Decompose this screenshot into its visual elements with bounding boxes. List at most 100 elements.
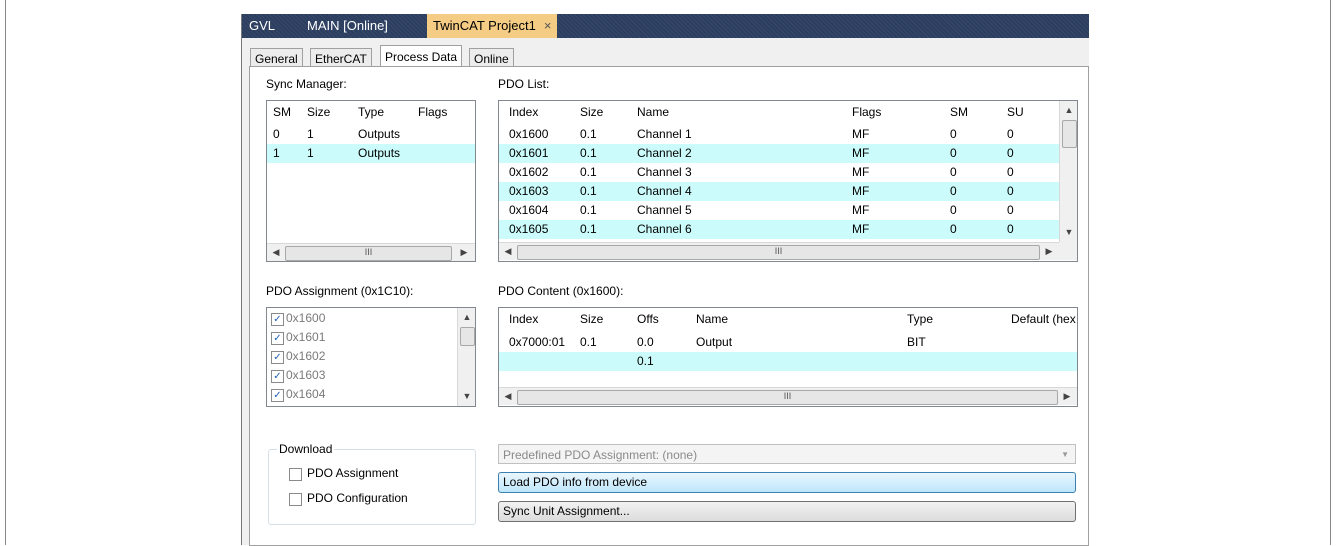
cell-size: 0.1 <box>580 127 597 141</box>
scroll-right-icon[interactable]: ▶ <box>1060 389 1074 403</box>
scroll-down-icon[interactable]: ▼ <box>460 389 474 403</box>
cell-type: BIT <box>907 335 926 349</box>
table-row[interactable]: 0x1604 0.1 Channel 5 MF 0 0 <box>499 201 1059 220</box>
scroll-down-icon[interactable]: ▼ <box>1062 225 1076 239</box>
cell-sm: 0 <box>950 146 957 160</box>
cell-flags: MF <box>852 203 870 217</box>
column-header-type[interactable]: Type <box>358 101 384 123</box>
sync-unit-assignment-button[interactable]: Sync Unit Assignment... <box>498 501 1076 522</box>
load-pdo-info-button[interactable]: Load PDO info from device <box>498 472 1076 493</box>
cell-index: 0x1604 <box>509 203 549 217</box>
horizontal-scrollbar[interactable]: ◀ III ▶ <box>267 243 475 261</box>
sync-manager-list[interactable]: SM Size Type Flags 0 1 Outputs 1 1 Outpu… <box>266 100 476 262</box>
cell-name: Channel 2 <box>637 146 692 160</box>
vertical-scrollbar[interactable]: ▲ ▼ <box>457 308 475 406</box>
column-header-sm[interactable]: SM <box>950 101 968 123</box>
cell-size: 0.1 <box>580 165 597 179</box>
scroll-thumb[interactable] <box>460 327 475 346</box>
cell-su: 0 <box>1007 165 1014 179</box>
checkbox-icon[interactable] <box>289 493 302 506</box>
checkbox-checked-icon[interactable]: ✓ <box>271 351 284 364</box>
column-header-su[interactable]: SU <box>1007 101 1024 123</box>
checkbox-checked-icon[interactable]: ✓ <box>271 370 284 383</box>
horizontal-scrollbar[interactable]: ◀ III ▶ <box>499 242 1059 260</box>
doc-tab-gvl[interactable]: GVL <box>243 14 281 38</box>
scroll-left-icon[interactable]: ◀ <box>501 244 515 258</box>
column-header-offs[interactable]: Offs <box>637 308 659 330</box>
table-row[interactable]: 0x1600 0.1 Channel 1 MF 0 0 <box>499 125 1059 144</box>
cell-su: 0 <box>1007 184 1014 198</box>
scroll-thumb[interactable]: III <box>517 245 1040 260</box>
sync-manager-label: Sync Manager: <box>266 77 347 91</box>
doc-tab-label: GVL <box>249 18 276 33</box>
scroll-up-icon[interactable]: ▲ <box>1062 103 1076 117</box>
chevron-down-icon[interactable]: ▼ <box>1061 445 1069 465</box>
table-row[interactable]: 0x1601 0.1 Channel 2 MF 0 0 <box>499 144 1059 163</box>
vertical-scrollbar[interactable]: ▲ ▼ <box>1059 101 1077 242</box>
cell-su: 0 <box>1007 203 1014 217</box>
column-header-flags[interactable]: Flags <box>852 101 881 123</box>
column-header-index[interactable]: Index <box>509 101 538 123</box>
scroll-thumb[interactable] <box>1062 120 1077 148</box>
checkbox-icon[interactable] <box>289 468 302 481</box>
cell-name: Channel 6 <box>637 222 692 236</box>
table-row[interactable]: 0x7000:01 0.1 0.0 Output BIT <box>499 333 1077 352</box>
cell-offs: 0.1 <box>637 354 654 368</box>
scroll-thumb[interactable]: III <box>517 390 1058 405</box>
list-item-label: 0x1602 <box>286 349 326 363</box>
column-header-index[interactable]: Index <box>509 308 538 330</box>
scroll-up-icon[interactable]: ▲ <box>460 310 474 324</box>
close-icon[interactable]: × <box>544 18 552 33</box>
horizontal-scrollbar[interactable]: ◀ III ▶ <box>499 387 1077 405</box>
cell-sm: 0 <box>950 165 957 179</box>
table-row[interactable]: 1 1 Outputs <box>267 144 475 163</box>
checkbox-checked-icon[interactable]: ✓ <box>271 389 284 402</box>
pdo-list-table[interactable]: Index Size Name Flags SM SU 0x1600 0.1 C… <box>498 100 1078 262</box>
cell-sm: 1 <box>273 146 280 160</box>
select-value: Predefined PDO Assignment: (none) <box>503 448 698 462</box>
column-header-size[interactable]: Size <box>580 308 603 330</box>
column-header-size[interactable]: Size <box>580 101 603 123</box>
column-header-flags[interactable]: Flags <box>418 101 447 123</box>
list-item-label: 0x1600 <box>286 311 326 325</box>
column-header-name[interactable]: Name <box>637 101 669 123</box>
scroll-right-icon[interactable]: ▶ <box>457 245 471 259</box>
table-row[interactable]: 0.1 <box>499 352 1077 371</box>
cell-index: 0x1602 <box>509 165 549 179</box>
pdo-assignment-list[interactable]: ✓ 0x1600 ✓ 0x1601 ✓ 0x1602 ✓ 0x1603 ✓ 0x… <box>266 307 476 407</box>
cell-sm: 0 <box>950 184 957 198</box>
cell-name: Output <box>696 335 733 349</box>
cell-size: 1 <box>307 146 314 160</box>
scroll-thumb[interactable]: III <box>285 246 452 261</box>
table-row[interactable]: 0x1602 0.1 Channel 3 MF 0 0 <box>499 163 1059 182</box>
cell-su: 0 <box>1007 222 1014 236</box>
column-header-type[interactable]: Type <box>907 308 933 330</box>
scroll-left-icon[interactable]: ◀ <box>501 389 515 403</box>
table-row[interactable]: 0 1 Outputs <box>267 125 475 144</box>
table-row[interactable]: 0x1603 0.1 Channel 4 MF 0 0 <box>499 182 1059 201</box>
checkbox-checked-icon[interactable]: ✓ <box>271 332 284 345</box>
list-item-label: 0x1604 <box>286 387 326 401</box>
doc-tab-main[interactable]: MAIN [Online] <box>301 14 394 38</box>
cell-index: 0x1601 <box>509 146 549 160</box>
checkbox-checked-icon[interactable]: ✓ <box>271 313 284 326</box>
column-header-size[interactable]: Size <box>307 101 330 123</box>
cell-size: 0.1 <box>580 222 597 236</box>
sync-manager-header: SM Size Type Flags <box>267 101 475 123</box>
column-header-default[interactable]: Default (hex <box>1011 308 1076 330</box>
cell-name: Channel 1 <box>637 127 692 141</box>
list-item-label: 0x1603 <box>286 368 326 382</box>
scroll-right-icon[interactable]: ▶ <box>1042 244 1056 258</box>
scroll-corner <box>1059 242 1077 260</box>
doc-tab-twincat-project[interactable]: TwinCAT Project1 × <box>427 14 558 38</box>
table-row[interactable]: 0x1605 0.1 Channel 6 MF 0 0 <box>499 220 1059 239</box>
outer-frame-left <box>5 0 6 545</box>
pdo-content-table[interactable]: Index Size Offs Name Type Default (hex 0… <box>498 307 1078 407</box>
column-header-name[interactable]: Name <box>696 308 728 330</box>
column-header-sm[interactable]: SM <box>273 101 291 123</box>
document-tab-bar: GVL MAIN [Online] TwinCAT Project1 × <box>241 14 1089 38</box>
cell-index: 0x1603 <box>509 184 549 198</box>
predefined-pdo-assignment-select[interactable]: Predefined PDO Assignment: (none) ▼ <box>498 444 1076 464</box>
property-tab-bar: General EtherCAT Process Data Online <box>241 38 1089 69</box>
scroll-left-icon[interactable]: ◀ <box>269 245 283 259</box>
